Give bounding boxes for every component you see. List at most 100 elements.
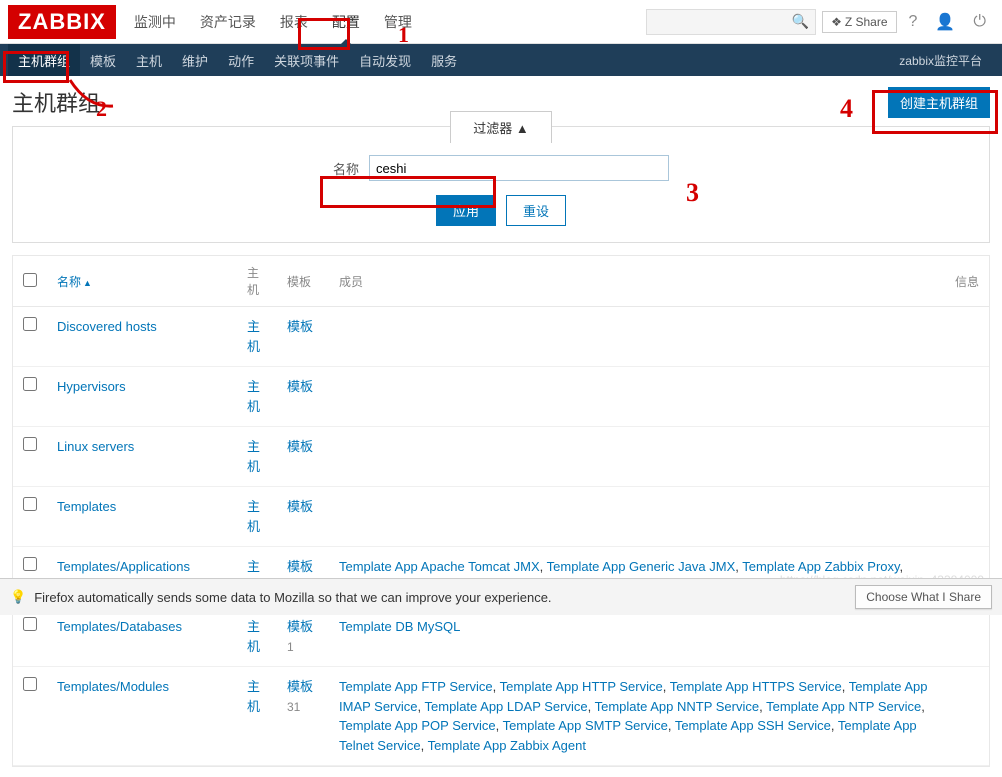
filter-reset-button[interactable]: 重设 (506, 195, 566, 226)
topnav-item-2[interactable]: 报表 (268, 0, 320, 44)
subnav: 主机群组模板主机维护动作关联项事件自动发现服务 zabbix监控平台 (0, 44, 1002, 76)
hostgroups-table: 名称▲ 主机 模板 成员 信息 Discovered hosts主机模板Hype… (12, 255, 990, 767)
subnav-item-7[interactable]: 服务 (421, 44, 467, 76)
hostgroup-name-link[interactable]: Templates (57, 499, 116, 514)
topnav-item-3[interactable]: 配置 (320, 0, 372, 44)
user-icon[interactable]: 👤 (929, 12, 961, 32)
templates-link[interactable]: 模板 (287, 559, 313, 574)
search-icon: 🔍 (792, 13, 809, 30)
subnav-item-5[interactable]: 关联项事件 (264, 44, 349, 76)
table-row: Linux servers 主机 模板 (13, 427, 989, 487)
column-name[interactable]: 名称▲ (57, 275, 92, 289)
topnav-item-0[interactable]: 监测中 (122, 0, 188, 44)
row-checkbox[interactable] (23, 497, 37, 511)
subnav-item-2[interactable]: 主机 (126, 44, 172, 76)
member-link[interactable]: Template App NTP Service (766, 699, 921, 714)
subnav-item-6[interactable]: 自动发现 (349, 44, 421, 76)
global-search[interactable]: 🔍 (646, 9, 816, 35)
row-checkbox[interactable] (23, 437, 37, 451)
info-cell (939, 667, 989, 766)
row-checkbox[interactable] (23, 617, 37, 631)
hosts-link[interactable]: 主机 (247, 379, 260, 414)
members-cell (329, 367, 939, 427)
hostgroup-name-link[interactable]: Templates/Databases (57, 619, 182, 634)
members-cell: Template DB MySQL (329, 607, 939, 667)
hostgroup-name-link[interactable]: Templates/Modules (57, 679, 169, 694)
member-link[interactable]: Template DB MySQL (339, 619, 460, 634)
subnav-item-3[interactable]: 维护 (172, 44, 218, 76)
templates-link[interactable]: 模板 (287, 319, 313, 334)
row-checkbox[interactable] (23, 377, 37, 391)
topnav-item-4[interactable]: 管理 (372, 0, 424, 44)
page: 主机群组 创建主机群组 过滤器 ▲ 名称 应用 重设 名称▲ 主机 (0, 76, 1002, 777)
select-all-checkbox[interactable] (23, 273, 37, 287)
topnav-item-1[interactable]: 资产记录 (188, 0, 268, 44)
info-cell (939, 367, 989, 427)
power-icon[interactable]: ⏻ (967, 13, 992, 31)
column-templates: 模板 (277, 256, 329, 307)
member-link[interactable]: Template App LDAP Service (425, 699, 588, 714)
members-cell (329, 307, 939, 367)
lightbulb-icon: 💡 (10, 589, 26, 605)
table-row: Templates/Modules 主机 模板 31 Template App FTP… (13, 667, 989, 766)
subnav-item-0[interactable]: 主机群组 (8, 44, 80, 76)
table-row: Templates 主机 模板 (13, 487, 989, 547)
member-link[interactable]: Template App SMTP Service (503, 718, 668, 733)
column-info: 信息 (939, 256, 989, 307)
sort-asc-icon: ▲ (83, 278, 92, 288)
topnav: 监测中资产记录报表配置管理 (122, 0, 424, 44)
filter-name-input[interactable] (369, 155, 669, 181)
hostgroup-name-link[interactable]: Discovered hosts (57, 319, 157, 334)
browser-infobar: 💡 Firefox automatically sends some data … (0, 578, 1002, 615)
row-checkbox[interactable] (23, 677, 37, 691)
table-row: Discovered hosts 主机 模板 (13, 307, 989, 367)
infobar-choose-button[interactable]: Choose What I Share (855, 585, 992, 609)
hosts-link[interactable]: 主机 (247, 499, 260, 534)
info-cell (939, 487, 989, 547)
filter-panel: 过滤器 ▲ 名称 应用 重设 (12, 126, 990, 243)
templates-link[interactable]: 模板 (287, 679, 313, 694)
row-checkbox[interactable] (23, 557, 37, 571)
member-link[interactable]: Template App Apache Tomcat JMX (339, 559, 540, 574)
zshare-button[interactable]: ❖ Z Share (822, 11, 896, 33)
member-link[interactable]: Template App POP Service (339, 718, 496, 733)
filter-toggle-tab[interactable]: 过滤器 ▲ (450, 111, 551, 143)
info-cell (939, 607, 989, 667)
topbar: ZABBIX 监测中资产记录报表配置管理 🔍 ❖ Z Share ? 👤 ⏻ (0, 0, 1002, 44)
hosts-link[interactable]: 主机 (247, 439, 260, 474)
subnav-right-label: zabbix监控平台 (887, 52, 994, 69)
members-cell (329, 487, 939, 547)
logo[interactable]: ZABBIX (8, 5, 116, 39)
hosts-link[interactable]: 主机 (247, 319, 260, 354)
hostgroup-name-link[interactable]: Templates/Applications (57, 559, 190, 574)
member-link[interactable]: Template App FTP Service (339, 679, 493, 694)
row-checkbox[interactable] (23, 317, 37, 331)
templates-link[interactable]: 模板 (287, 379, 313, 394)
zshare-label: Z Share (845, 15, 888, 29)
hostgroup-name-link[interactable]: Linux servers (57, 439, 134, 454)
members-cell: Template App FTP Service, Template App H… (329, 667, 939, 766)
hosts-link[interactable]: 主机 (247, 619, 260, 654)
table-row: Templates/Databases 主机 模板 1 Template DB MyS… (13, 607, 989, 667)
templates-link[interactable]: 模板 (287, 439, 313, 454)
member-link[interactable]: Template App HTTP Service (500, 679, 663, 694)
help-icon[interactable]: ? (903, 13, 924, 31)
member-link[interactable]: Template App Zabbix Agent (428, 738, 586, 753)
member-link[interactable]: Template App NNTP Service (595, 699, 760, 714)
templates-count: 1 (287, 640, 294, 654)
column-hosts: 主机 (237, 256, 277, 307)
member-link[interactable]: Template App Generic Java JMX (547, 559, 736, 574)
templates-count: 31 (287, 700, 300, 714)
member-link[interactable]: Template App SSH Service (675, 718, 831, 733)
member-link[interactable]: Template App HTTPS Service (670, 679, 842, 694)
hostgroup-name-link[interactable]: Hypervisors (57, 379, 126, 394)
subnav-item-1[interactable]: 模板 (80, 44, 126, 76)
templates-link[interactable]: 模板 (287, 619, 313, 634)
templates-link[interactable]: 模板 (287, 499, 313, 514)
create-hostgroup-button[interactable]: 创建主机群组 (888, 87, 990, 118)
filter-apply-button[interactable]: 应用 (436, 195, 496, 226)
subnav-item-4[interactable]: 动作 (218, 44, 264, 76)
member-link[interactable]: Template App Zabbix Proxy (742, 559, 899, 574)
infobar-text: Firefox automatically sends some data to… (34, 590, 551, 605)
hosts-link[interactable]: 主机 (247, 679, 260, 714)
